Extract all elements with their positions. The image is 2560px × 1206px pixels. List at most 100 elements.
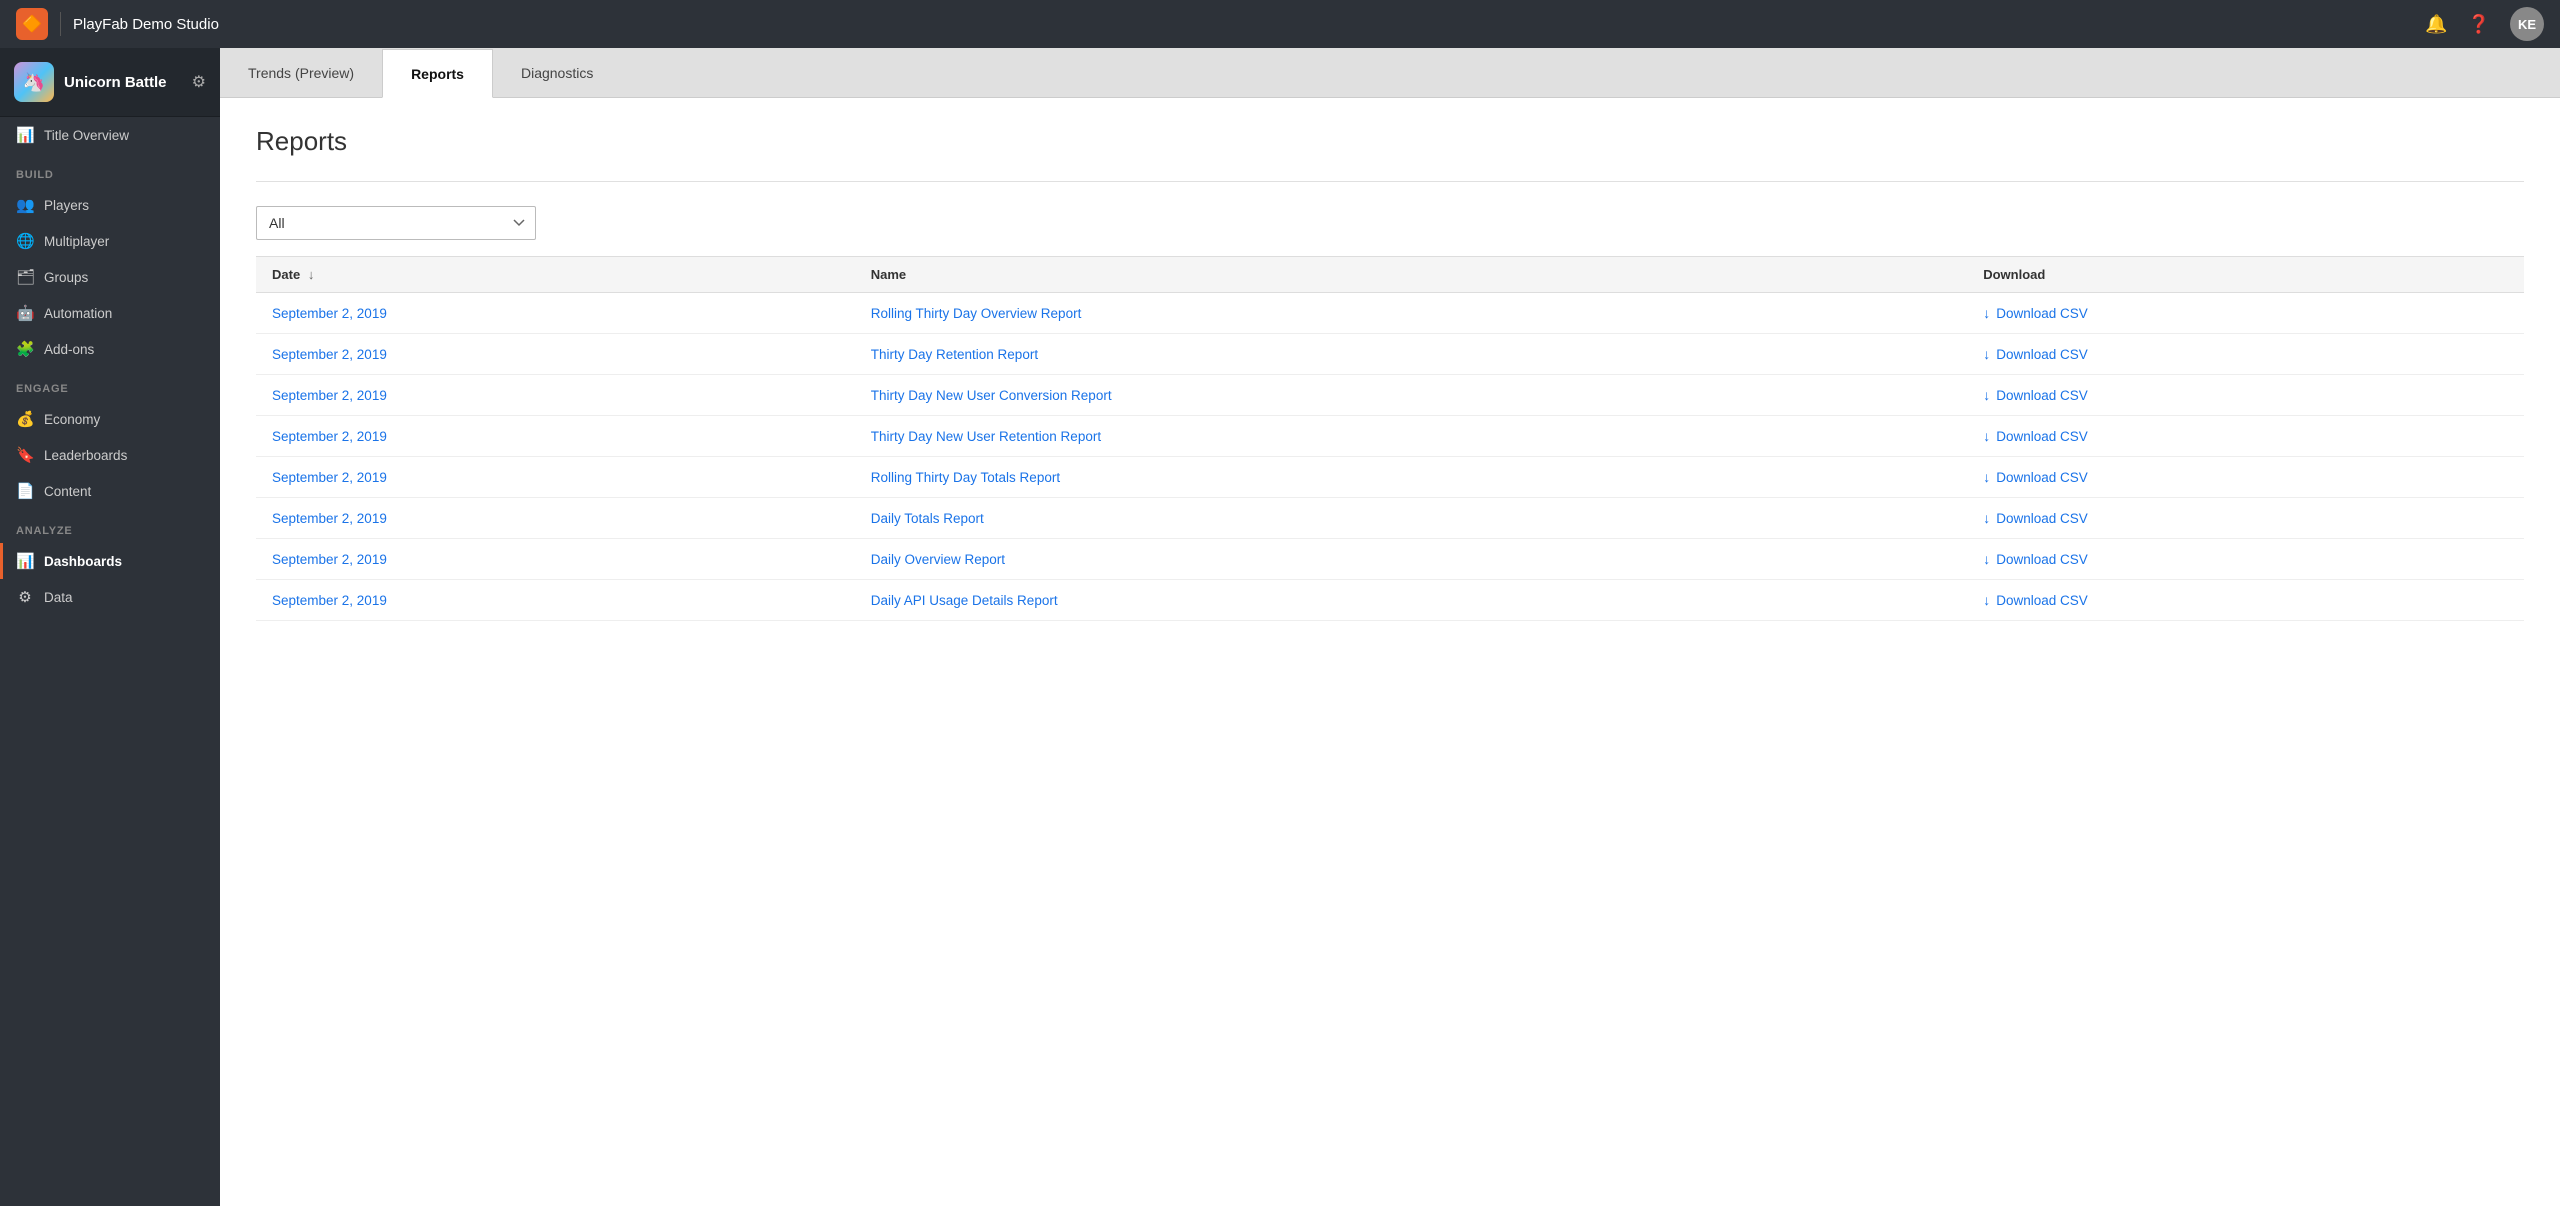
cell-download[interactable]: ↓ Download CSV (1967, 416, 2524, 457)
tab-reports[interactable]: Reports (382, 49, 493, 98)
sidebar-item-title-overview[interactable]: 📊 Title Overview (0, 117, 220, 153)
date-link[interactable]: September 2, 2019 (272, 429, 387, 444)
download-icon: ↓ (1983, 551, 1990, 567)
sidebar-item-content[interactable]: 📄 Content (0, 473, 220, 509)
sidebar-item-economy[interactable]: 💰 Economy (0, 401, 220, 437)
cell-name[interactable]: Thirty Day New User Conversion Report (855, 375, 1967, 416)
table-row: September 2, 2019 Daily Overview Report ↓ D… (256, 539, 2524, 580)
sidebar-item-automation[interactable]: 🤖 Automation (0, 295, 220, 331)
date-link[interactable]: September 2, 2019 (272, 306, 387, 321)
report-name-link[interactable]: Daily Totals Report (871, 511, 984, 526)
date-link[interactable]: September 2, 2019 (272, 347, 387, 362)
table-header: Date ↓ Name Download (256, 257, 2524, 293)
cell-date[interactable]: September 2, 2019 (256, 498, 855, 539)
sidebar-item-groups[interactable]: 🗂 Groups (0, 259, 220, 295)
app-icon: 🦄 (14, 62, 54, 102)
cell-date[interactable]: September 2, 2019 (256, 375, 855, 416)
column-header-download: Download (1967, 257, 2524, 293)
sidebar-item-label: Economy (44, 412, 100, 427)
date-link[interactable]: September 2, 2019 (272, 388, 387, 403)
date-link[interactable]: September 2, 2019 (272, 593, 387, 608)
download-csv-link[interactable]: Download CSV (1996, 593, 2088, 608)
column-header-name: Name (855, 257, 1967, 293)
sidebar-item-multiplayer[interactable]: 🌐 Multiplayer (0, 223, 220, 259)
download-icon: ↓ (1983, 469, 1990, 485)
cell-download[interactable]: ↓ Download CSV (1967, 539, 2524, 580)
tab-bar: Trends (Preview) Reports Diagnostics (220, 48, 2560, 98)
cell-name[interactable]: Rolling Thirty Day Overview Report (855, 293, 1967, 334)
nav-divider (60, 12, 61, 36)
top-nav-right: 🔔 ❓ KE (2425, 7, 2544, 41)
report-name-link[interactable]: Daily Overview Report (871, 552, 1005, 567)
download-csv-link[interactable]: Download CSV (1996, 429, 2088, 444)
cell-date[interactable]: September 2, 2019 (256, 539, 855, 580)
download-icon: ↓ (1983, 510, 1990, 526)
date-link[interactable]: September 2, 2019 (272, 511, 387, 526)
report-name-link[interactable]: Thirty Day Retention Report (871, 347, 1038, 362)
cell-date[interactable]: September 2, 2019 (256, 416, 855, 457)
report-name-link[interactable]: Rolling Thirty Day Totals Report (871, 470, 1060, 485)
cell-name[interactable]: Daily Overview Report (855, 539, 1967, 580)
cell-name[interactable]: Thirty Day Retention Report (855, 334, 1967, 375)
cell-date[interactable]: September 2, 2019 (256, 580, 855, 621)
content-area: Trends (Preview) Reports Diagnostics Rep… (220, 48, 2560, 1206)
cell-name[interactable]: Thirty Day New User Retention Report (855, 416, 1967, 457)
download-csv-link[interactable]: Download CSV (1996, 347, 2088, 362)
report-name-link[interactable]: Daily API Usage Details Report (871, 593, 1058, 608)
sort-arrow-icon: ↓ (308, 267, 315, 282)
main-layout: 🦄 Unicorn Battle ⚙ 📊 Title Overview BUIL… (0, 48, 2560, 1206)
download-csv-link[interactable]: Download CSV (1996, 552, 2088, 567)
cell-download[interactable]: ↓ Download CSV (1967, 498, 2524, 539)
cell-download[interactable]: ↓Download CSV (1967, 334, 2524, 375)
cell-download[interactable]: ↓Download CSV (1967, 580, 2524, 621)
reports-table: Date ↓ Name Download September 2, 2019 Ro… (256, 256, 2524, 621)
sidebar-section-build: BUILD (0, 153, 220, 187)
players-icon: 👥 (16, 196, 34, 214)
notification-icon[interactable]: 🔔 (2425, 14, 2447, 35)
report-name-link[interactable]: Thirty Day New User Conversion Report (871, 388, 1112, 403)
cell-download[interactable]: ↓ Download CSV (1967, 457, 2524, 498)
sidebar-item-dashboards[interactable]: 📊 Dashboards (0, 543, 220, 579)
cell-date[interactable]: September 2, 2019 (256, 334, 855, 375)
user-avatar[interactable]: KE (2510, 7, 2544, 41)
leaderboards-icon: 🔖 (16, 446, 34, 464)
date-link[interactable]: September 2, 2019 (272, 552, 387, 567)
sidebar-item-data[interactable]: ⚙ Data (0, 579, 220, 615)
report-name-link[interactable]: Thirty Day New User Retention Report (871, 429, 1101, 444)
sidebar-item-players[interactable]: 👥 Players (0, 187, 220, 223)
sidebar-item-addons[interactable]: 🧩 Add-ons (0, 331, 220, 367)
dashboards-icon: 📊 (16, 552, 34, 570)
download-csv-link[interactable]: Download CSV (1996, 306, 2088, 321)
download-csv-link[interactable]: Download CSV (1996, 388, 2088, 403)
cell-download[interactable]: ↓Download CSV (1967, 293, 2524, 334)
data-icon: ⚙ (16, 588, 34, 606)
cell-name[interactable]: Rolling Thirty Day Totals Report (855, 457, 1967, 498)
automation-icon: 🤖 (16, 304, 34, 322)
cell-date[interactable]: September 2, 2019 (256, 457, 855, 498)
cell-date[interactable]: September 2, 2019 (256, 293, 855, 334)
sidebar-item-label: Title Overview (44, 128, 129, 143)
download-csv-link[interactable]: Download CSV (1996, 511, 2088, 526)
tab-trends[interactable]: Trends (Preview) (220, 48, 382, 97)
tab-diagnostics[interactable]: Diagnostics (493, 48, 621, 97)
app-name: Unicorn Battle (64, 74, 182, 91)
column-header-date[interactable]: Date ↓ (256, 257, 855, 293)
sidebar-section-engage: ENGAGE (0, 367, 220, 401)
playfab-logo: 🔶 (16, 8, 48, 40)
cell-download[interactable]: ↓Download CSV (1967, 375, 2524, 416)
report-filter-select[interactable]: All Daily Weekly Monthly (256, 206, 536, 240)
cell-name[interactable]: Daily API Usage Details Report (855, 580, 1967, 621)
cell-name[interactable]: Daily Totals Report (855, 498, 1967, 539)
filter-row: All Daily Weekly Monthly (256, 206, 2524, 240)
help-icon[interactable]: ❓ (2468, 14, 2490, 35)
date-link[interactable]: September 2, 2019 (272, 470, 387, 485)
download-csv-link[interactable]: Download CSV (1996, 470, 2088, 485)
sidebar-item-leaderboards[interactable]: 🔖 Leaderboards (0, 437, 220, 473)
sidebar-item-label: Groups (44, 270, 88, 285)
sidebar-item-label: Dashboards (44, 554, 122, 569)
settings-icon[interactable]: ⚙ (192, 72, 206, 92)
sidebar-item-label: Automation (44, 306, 112, 321)
report-name-link[interactable]: Rolling Thirty Day Overview Report (871, 306, 1082, 321)
download-icon: ↓ (1983, 428, 1990, 444)
sidebar-item-label: Data (44, 590, 73, 605)
